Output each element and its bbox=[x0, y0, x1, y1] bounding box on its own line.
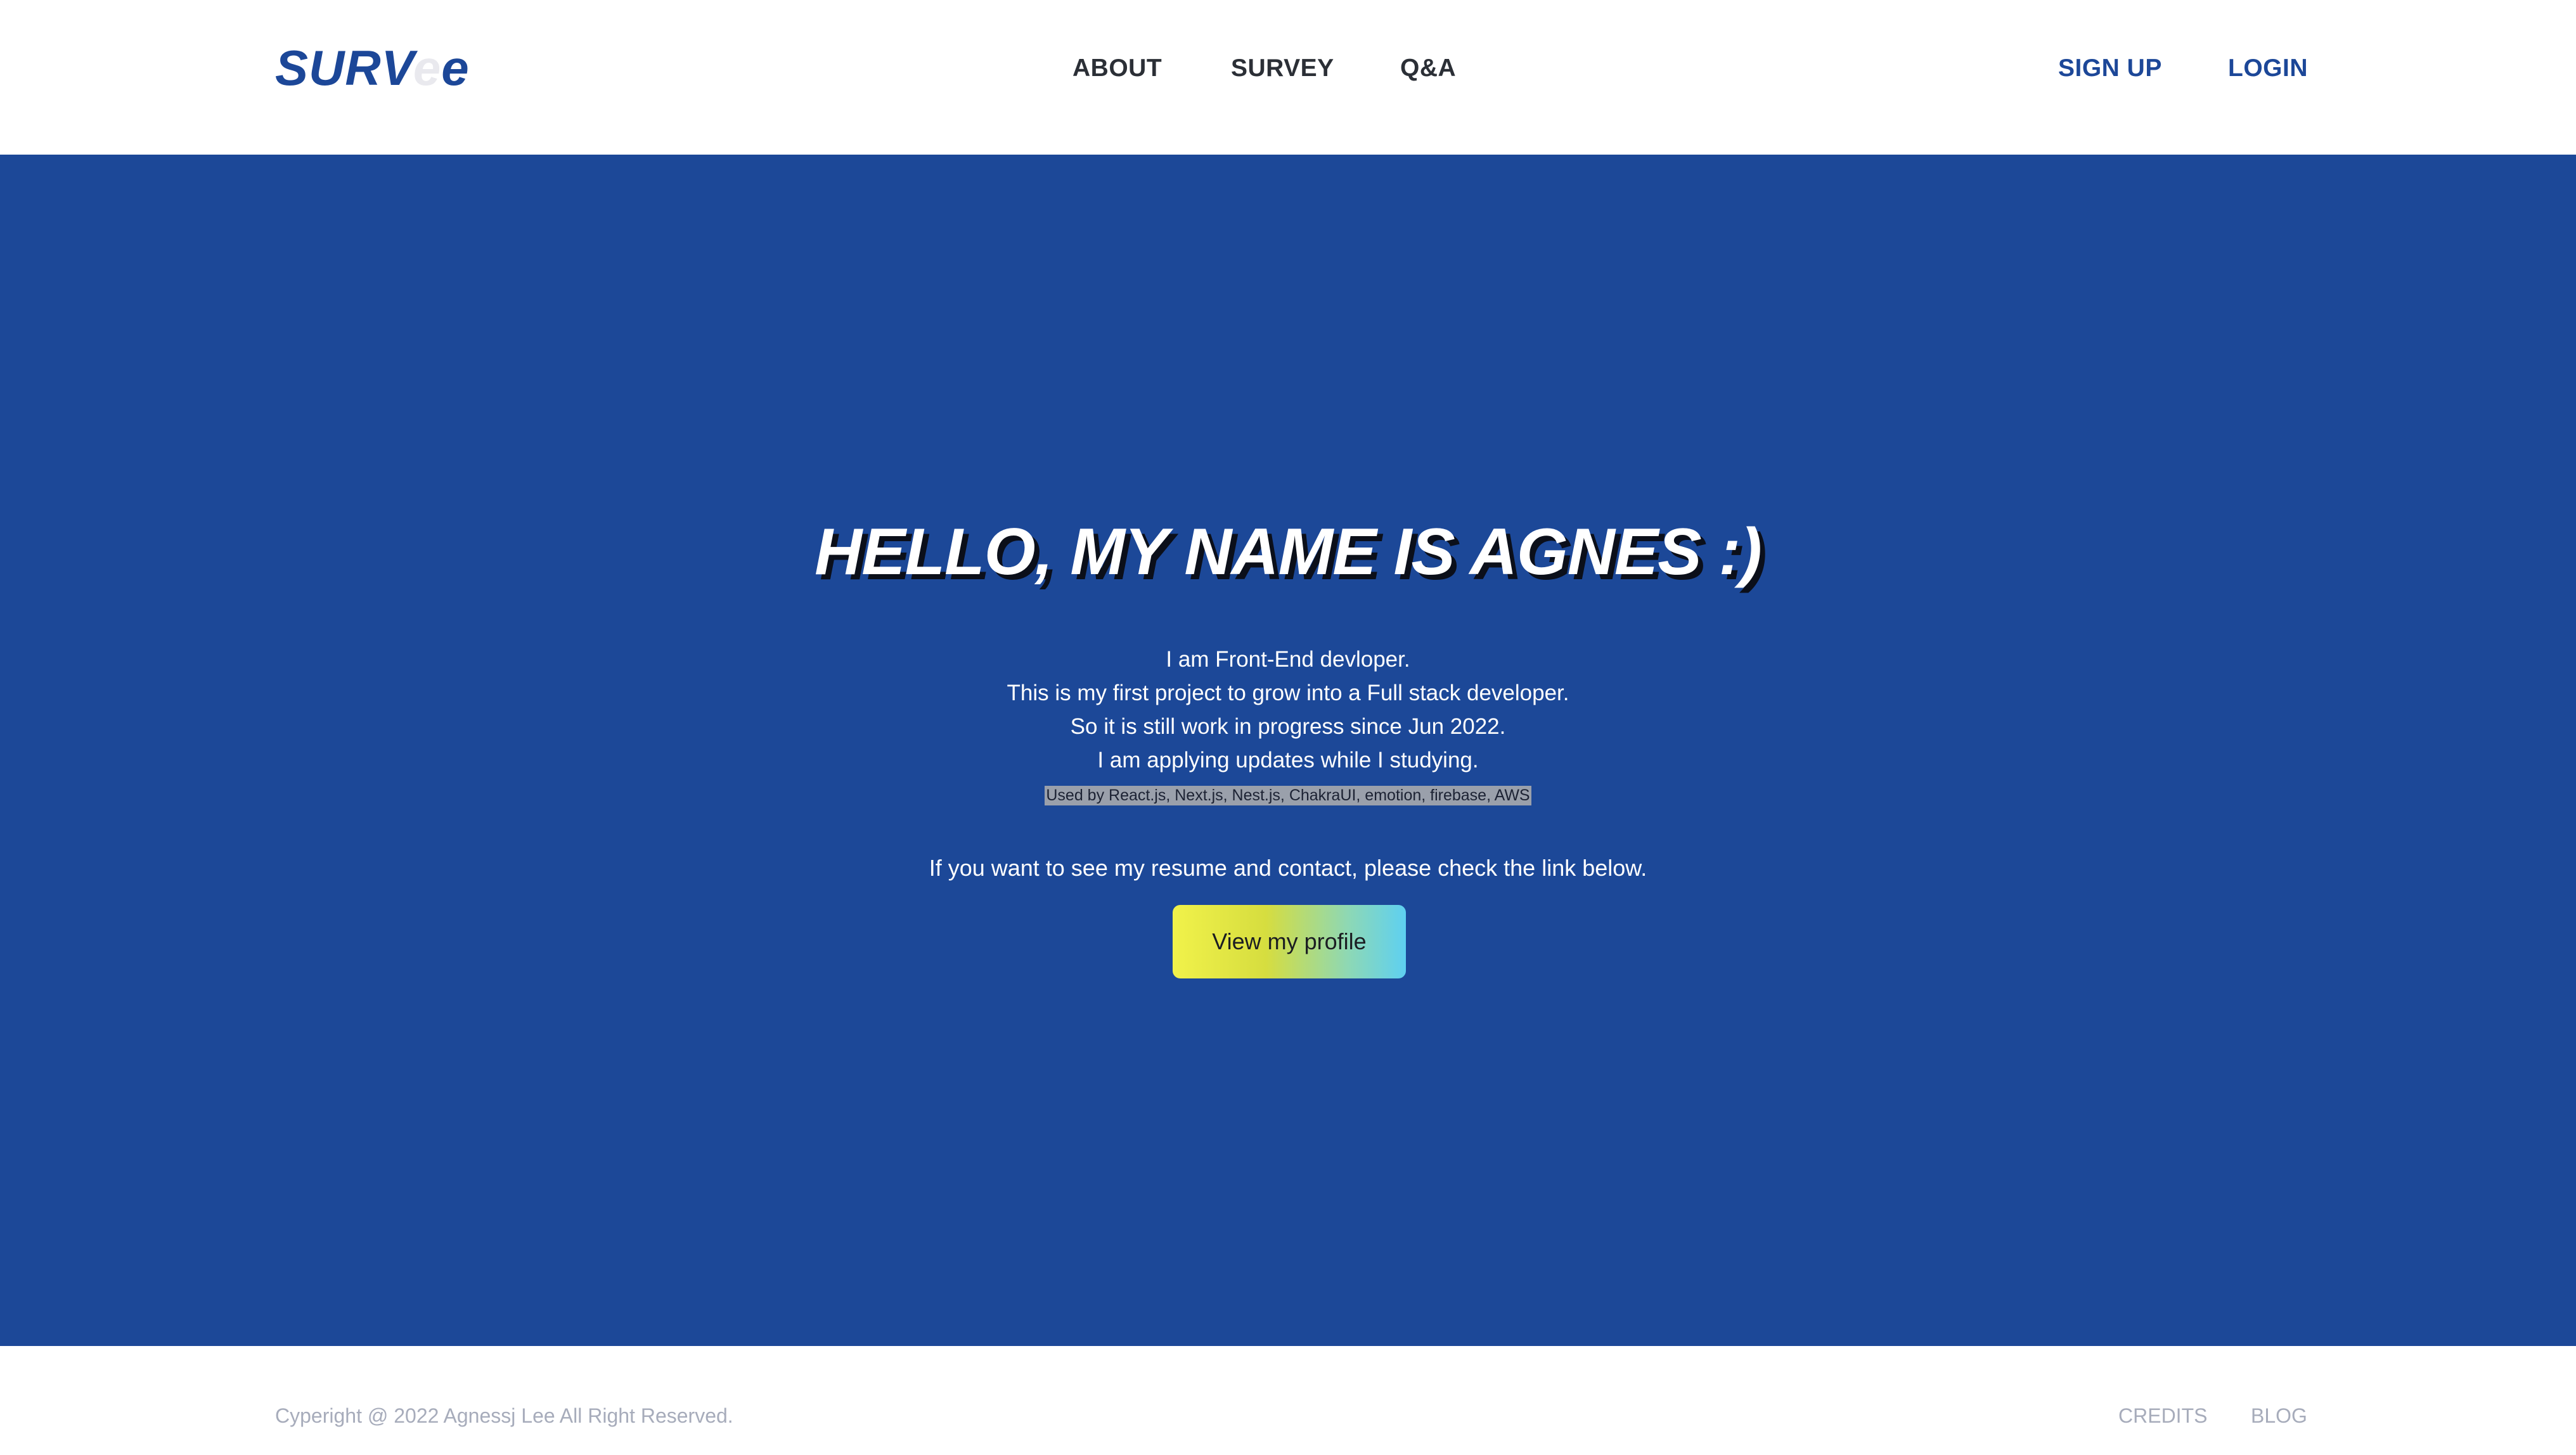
copyright-text: Cyperight @ 2022 Agnessj Lee All Right R… bbox=[275, 1404, 733, 1427]
intro-line-2: This is my first project to grow into a … bbox=[1007, 681, 1569, 705]
view-profile-button[interactable]: View my profile bbox=[1173, 905, 1406, 978]
page-footer: Cyperight @ 2022 Agnessj Lee All Right R… bbox=[0, 1346, 2576, 1455]
top-navbar: SURVee ABOUT SURVEY Q&A SIGN UP LOGIN bbox=[0, 0, 2576, 155]
intro-line-3: So it is still work in progress since Ju… bbox=[1070, 714, 1506, 739]
hero-section: HELLO, MY NAME IS AGNES :) I am Front-En… bbox=[0, 155, 2576, 1346]
resume-prompt-text: If you want to see my resume and contact… bbox=[929, 855, 1647, 881]
intro-line-1: I am Front-End devloper. bbox=[1166, 647, 1410, 672]
site-logo[interactable]: SURVee bbox=[275, 43, 470, 93]
nav-survey-link[interactable]: SURVEY bbox=[1231, 56, 1334, 80]
login-link[interactable]: LOGIN bbox=[2228, 56, 2308, 80]
nav-qa-link[interactable]: Q&A bbox=[1400, 56, 1456, 80]
tech-stack-wrapper: Used by React.js, Next.js, Nest.js, Chak… bbox=[0, 786, 2576, 805]
logo-text-main: SURV bbox=[275, 40, 413, 96]
intro-line-4: I am applying updates while I studying. bbox=[1097, 748, 1479, 772]
nav-about-link[interactable]: ABOUT bbox=[1072, 56, 1162, 80]
footer-blog-link[interactable]: BLOG bbox=[2251, 1406, 2307, 1426]
footer-credits-link[interactable]: CREDITS bbox=[2118, 1406, 2207, 1426]
logo-text-tail: e bbox=[441, 40, 470, 96]
tech-stack-text: Used by React.js, Next.js, Nest.js, Chak… bbox=[1045, 786, 1531, 805]
logo-text-faded: e bbox=[413, 40, 442, 96]
signup-link[interactable]: SIGN UP bbox=[2058, 56, 2162, 80]
hero-title: HELLO, MY NAME IS AGNES :) bbox=[815, 515, 1762, 589]
